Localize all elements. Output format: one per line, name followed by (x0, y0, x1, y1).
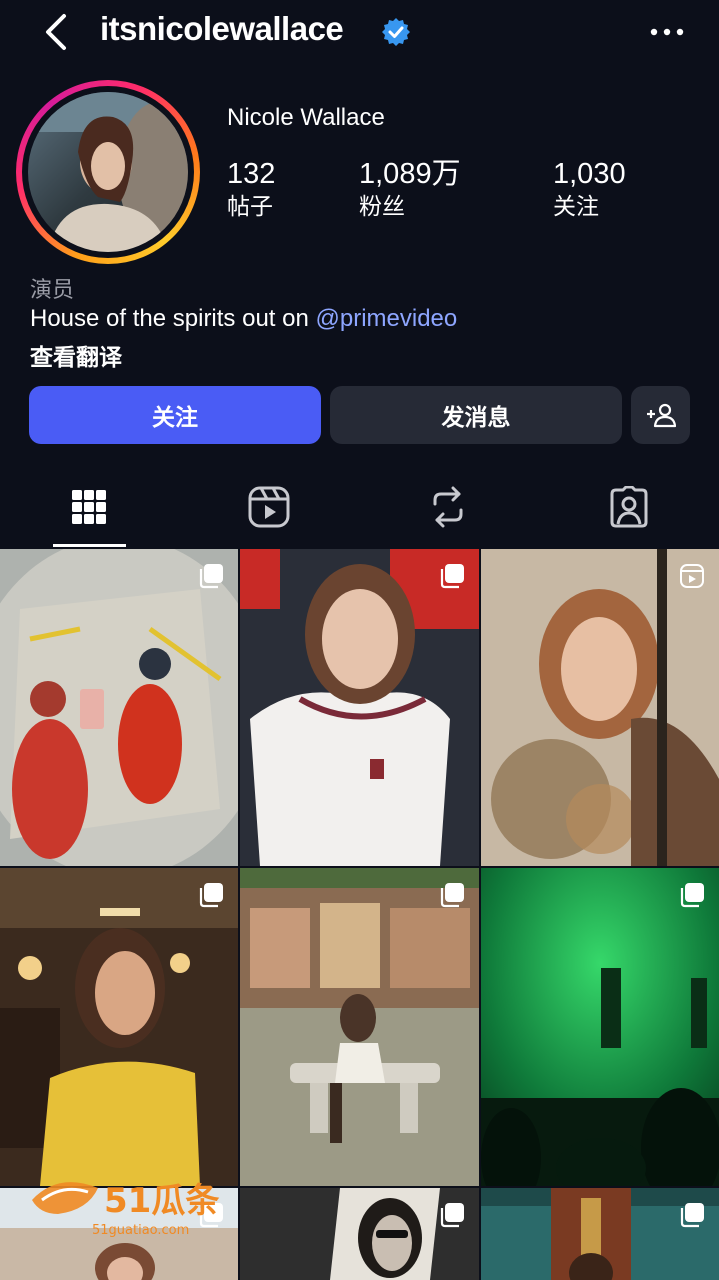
profile-bio: House of the spirits out on @primevideo (30, 305, 457, 333)
verified-badge-icon (382, 18, 410, 46)
watermark-logo: 51瓜条 51guatiao.com (32, 1181, 219, 1238)
bio-mention-link[interactable]: @primevideo (316, 305, 458, 332)
post-thumbnail[interactable] (0, 868, 238, 1186)
stat-following-label: 关注 (553, 194, 599, 220)
watermark-url: 51guatiao.com (92, 1223, 189, 1238)
profile-username: itsnicolewallace (100, 10, 344, 47)
bio-text: House of the spirits out on (30, 305, 316, 332)
stat-posts-label: 帖子 (227, 194, 273, 220)
suggest-friends-button[interactable] (631, 386, 690, 444)
see-translation-link[interactable]: 查看翻译 (30, 338, 122, 372)
post-thumbnail[interactable] (481, 1188, 719, 1280)
more-horizontal-icon[interactable] (650, 28, 684, 36)
reels-icon (248, 486, 290, 528)
carousel-icon (199, 883, 223, 908)
reel-icon (680, 564, 704, 588)
watermark: 51瓜条 51guatiao.com (28, 1170, 248, 1240)
post-thumbnail[interactable] (481, 549, 719, 866)
carousel-icon (440, 1203, 464, 1228)
post-thumbnail[interactable] (0, 549, 238, 866)
carousel-icon (680, 883, 704, 908)
story-ring[interactable] (16, 80, 200, 264)
post-thumbnail[interactable] (240, 1188, 479, 1280)
stat-posts[interactable]: 132 帖子 (227, 156, 275, 222)
top-bar: itsnicolewallace (0, 0, 719, 66)
stat-followers[interactable]: 1,089万 粉丝 (359, 156, 461, 222)
tab-reels[interactable] (244, 482, 294, 532)
tagged-person-icon (610, 486, 648, 528)
carousel-icon (199, 564, 223, 589)
carousel-icon (440, 564, 464, 589)
tab-grid[interactable] (64, 482, 114, 532)
chevron-left-icon[interactable] (40, 12, 76, 52)
tab-tagged[interactable] (604, 482, 654, 532)
add-person-icon (646, 403, 676, 428)
stat-posts-value: 132 (227, 158, 276, 190)
active-tab-indicator (53, 544, 126, 547)
stat-following[interactable]: 1,030 关注 (553, 156, 626, 222)
post-thumbnail[interactable] (481, 868, 719, 1186)
repost-icon (433, 486, 463, 528)
post-thumbnail[interactable] (240, 549, 479, 866)
carousel-icon (680, 1203, 704, 1228)
post-thumbnail[interactable] (240, 868, 479, 1186)
profile-category: 演员 (30, 278, 75, 303)
stat-followers-label: 粉丝 (359, 194, 405, 220)
follow-button[interactable]: 关注 (29, 386, 321, 444)
carousel-icon (440, 883, 464, 908)
grid-icon (72, 490, 106, 524)
stat-followers-value: 1,089万 (359, 158, 461, 190)
avatar (28, 92, 188, 252)
stat-following-value: 1,030 (553, 158, 626, 190)
watermark-brand: 51瓜条 (104, 1181, 219, 1221)
message-button[interactable]: 发消息 (330, 386, 622, 444)
tab-reposts[interactable] (423, 482, 473, 532)
profile-full-name: Nicole Wallace (227, 104, 385, 131)
